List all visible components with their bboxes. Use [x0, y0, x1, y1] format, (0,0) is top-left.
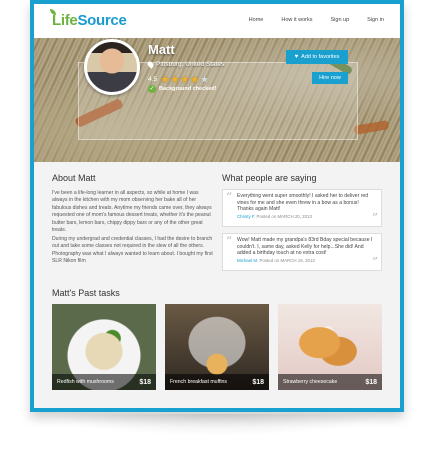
about-paragraph-1: I've been a life-long learner in all asp…	[52, 190, 212, 234]
logo-part-source: Source	[77, 12, 127, 29]
review-text: Wow! Matt made my grandpa's 83rd Bday sp…	[237, 237, 373, 257]
nav-home[interactable]: Home	[249, 17, 264, 23]
profile-name: Matt	[148, 42, 175, 57]
about-title: About Matt	[52, 173, 96, 183]
logo[interactable]: LifeSource	[52, 12, 127, 29]
pin-icon	[146, 60, 155, 69]
task-caption: Redfish with mushrooms $18	[52, 374, 156, 390]
review-meta: Christy F. Posted on MARCH 20, 2013	[237, 214, 375, 219]
quote-icon: “	[226, 234, 233, 248]
hire-now-button[interactable]: Hire now	[312, 72, 348, 84]
past-tasks-title: Matt's Past tasks	[52, 288, 120, 298]
frame-shadow	[50, 414, 384, 436]
review-date: Posted on MARCH 18, 2013	[259, 257, 315, 263]
about-paragraph-2: During my undergrad and credential class…	[52, 236, 213, 265]
favorites-label: Add to favorites	[301, 54, 340, 60]
task-name: French breakfast muffins	[170, 379, 227, 385]
review-meta: Michael M. Posted on MARCH 18, 2013	[237, 258, 375, 263]
main-nav: Home How it works Sign up Sign in	[249, 17, 384, 23]
nav-how-it-works[interactable]: How it works	[281, 17, 312, 23]
quote-icon: ”	[371, 211, 378, 225]
review-author[interactable]: Christy F.	[237, 214, 255, 219]
review-author[interactable]: Michael M.	[237, 258, 258, 263]
header: LifeSource Home How it works Sign up Sig…	[34, 4, 400, 38]
add-to-favorites-button[interactable]: ♥ Add to favorites	[286, 50, 348, 64]
rating-value: 4.5	[148, 75, 158, 83]
review-card: “ Wow! Matt made my grandpa's 83rd Bday …	[222, 233, 382, 271]
task-price: $18	[252, 378, 264, 386]
location-text: Pittsburg, United States	[156, 61, 225, 68]
nav-sign-up[interactable]: Sign up	[331, 17, 350, 23]
task-name: Strawberry cheesecake	[283, 379, 338, 385]
review-card: “ Everything went super smoothly! I aske…	[222, 189, 382, 227]
quote-icon: “	[226, 190, 233, 204]
task-card[interactable]: French breakfast muffins $18	[165, 304, 269, 390]
task-card[interactable]: Redfish with mushrooms $18	[52, 304, 156, 390]
heart-icon: ♥	[294, 54, 299, 60]
reviews-title: What people are saying	[222, 173, 317, 183]
background-check-badge: ✓ Background checked!	[148, 85, 216, 93]
avatar	[84, 39, 140, 95]
background-check-label: Background checked!	[159, 86, 217, 92]
task-price: $18	[365, 378, 377, 386]
browser-frame: LifeSource Home How it works Sign up Sig…	[30, 0, 404, 412]
profile-location: Pittsburg, United States	[146, 60, 225, 69]
nav-sign-in[interactable]: Sign in	[367, 17, 384, 23]
task-caption: Strawberry cheesecake $18	[278, 374, 382, 390]
task-price: $18	[139, 378, 151, 386]
task-name: Redfish with mushrooms	[57, 379, 114, 385]
task-card[interactable]: Strawberry cheesecake $18	[278, 304, 382, 390]
review-date: Posted on MARCH 20, 2013	[256, 213, 312, 219]
task-caption: French breakfast muffins $18	[165, 374, 269, 390]
check-icon: ✓	[148, 85, 156, 93]
review-text: Everything went super smoothly! I asked …	[237, 193, 369, 213]
logo-part-life: Life	[52, 12, 78, 29]
quote-icon: ”	[371, 255, 378, 269]
